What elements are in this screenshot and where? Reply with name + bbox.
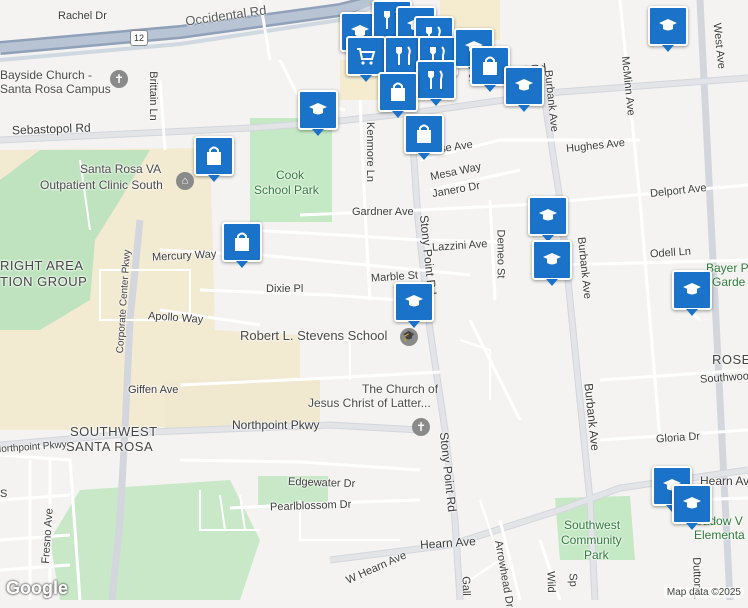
street-label: Giffen Ave bbox=[128, 384, 179, 396]
school-marker[interactable] bbox=[648, 6, 688, 52]
area-label: TION GROUP bbox=[0, 274, 88, 289]
school-marker[interactable] bbox=[504, 66, 544, 112]
school-marker[interactable] bbox=[528, 196, 568, 242]
school-marker[interactable] bbox=[672, 484, 712, 530]
school-icon bbox=[405, 295, 423, 307]
area-label: RIGHT AREA bbox=[0, 258, 84, 273]
shopping-bag-icon bbox=[207, 146, 221, 165]
school-marker[interactable] bbox=[672, 270, 712, 316]
park-label[interactable]: Cook bbox=[276, 168, 304, 182]
area-label: SOUTHWEST bbox=[70, 424, 158, 439]
park-label[interactable]: Southwest bbox=[564, 518, 620, 532]
place-label[interactable]: Robert L. Stevens School bbox=[240, 328, 387, 343]
area-label: SANTA ROSA bbox=[66, 439, 154, 454]
shopping-marker[interactable] bbox=[378, 72, 418, 118]
school-marker[interactable] bbox=[532, 240, 572, 286]
place-label[interactable]: Santa Rosa Campus bbox=[0, 82, 111, 96]
church-icon: ✝ bbox=[110, 70, 128, 88]
street-label: Sebastopol Rd bbox=[11, 120, 91, 138]
street-label: Sp bbox=[566, 573, 579, 587]
school-marker[interactable] bbox=[394, 282, 434, 328]
school-icon bbox=[309, 103, 327, 115]
shopping-marker[interactable] bbox=[194, 136, 234, 182]
shopping-bag-icon bbox=[391, 82, 405, 101]
area-label: ROSE bbox=[712, 352, 748, 367]
map-data-attribution[interactable]: Map data ©2025 bbox=[663, 587, 744, 598]
park-label[interactable]: School Park bbox=[254, 183, 319, 197]
place-label[interactable]: The Church of bbox=[362, 382, 438, 396]
street-label: Brittain Ln bbox=[146, 71, 159, 121]
street-label: Edgewater Dr bbox=[287, 475, 356, 491]
restaurant-icon bbox=[428, 70, 443, 89]
school-marker[interactable] bbox=[298, 90, 338, 136]
shopping-cart-icon bbox=[357, 48, 376, 65]
school-icon bbox=[543, 253, 561, 265]
shopping-bag-icon bbox=[235, 232, 249, 251]
shopping-marker[interactable] bbox=[404, 114, 444, 160]
street-label: Gardner Ave bbox=[352, 206, 414, 218]
green-area bbox=[50, 480, 260, 600]
shopping-bag-icon bbox=[417, 124, 431, 143]
restaurant-marker[interactable] bbox=[416, 60, 456, 106]
route-12-shield: 12 bbox=[130, 30, 148, 46]
map-canvas[interactable] bbox=[0, 0, 748, 600]
place-label[interactable]: Jesus Christ of Latter... bbox=[308, 396, 431, 410]
park-label[interactable]: Bayer P bbox=[706, 261, 748, 275]
street-label: Rachel Dr bbox=[58, 10, 107, 22]
place-label[interactable]: Bayside Church - bbox=[0, 68, 92, 82]
shopping-bag-icon bbox=[483, 56, 497, 75]
street-label: Demeo St bbox=[494, 229, 507, 279]
street-label: Kenmore Ln bbox=[363, 122, 376, 182]
street-label: Wild bbox=[544, 571, 558, 593]
place-label[interactable]: Outpatient Clinic South bbox=[40, 178, 163, 192]
street-label: Dixie Pl bbox=[266, 283, 304, 295]
street-label: Northpoint Pkwy bbox=[232, 418, 320, 432]
park-label[interactable]: Park bbox=[584, 548, 609, 562]
park-label[interactable]: Community bbox=[561, 533, 622, 547]
school-icon: 🎓 bbox=[400, 328, 418, 346]
street-label: S bbox=[0, 488, 8, 500]
restaurant-icon bbox=[396, 46, 411, 65]
grocery-marker[interactable] bbox=[346, 36, 386, 82]
shopping-marker[interactable] bbox=[222, 222, 262, 268]
church-icon: ✝ bbox=[412, 418, 430, 436]
street-label: Gall bbox=[459, 576, 473, 596]
hospital-icon: ⌂ bbox=[176, 172, 194, 190]
school-icon bbox=[659, 19, 677, 31]
school-icon bbox=[683, 283, 701, 295]
place-label[interactable]: Santa Rosa VA bbox=[80, 162, 161, 176]
school-icon bbox=[539, 209, 557, 221]
place-label[interactable]: Elementa bbox=[694, 528, 745, 542]
google-logo[interactable]: Google bbox=[6, 578, 68, 599]
school-icon bbox=[683, 497, 701, 509]
park-label[interactable]: Garde bbox=[712, 275, 745, 289]
school-icon bbox=[515, 79, 533, 91]
